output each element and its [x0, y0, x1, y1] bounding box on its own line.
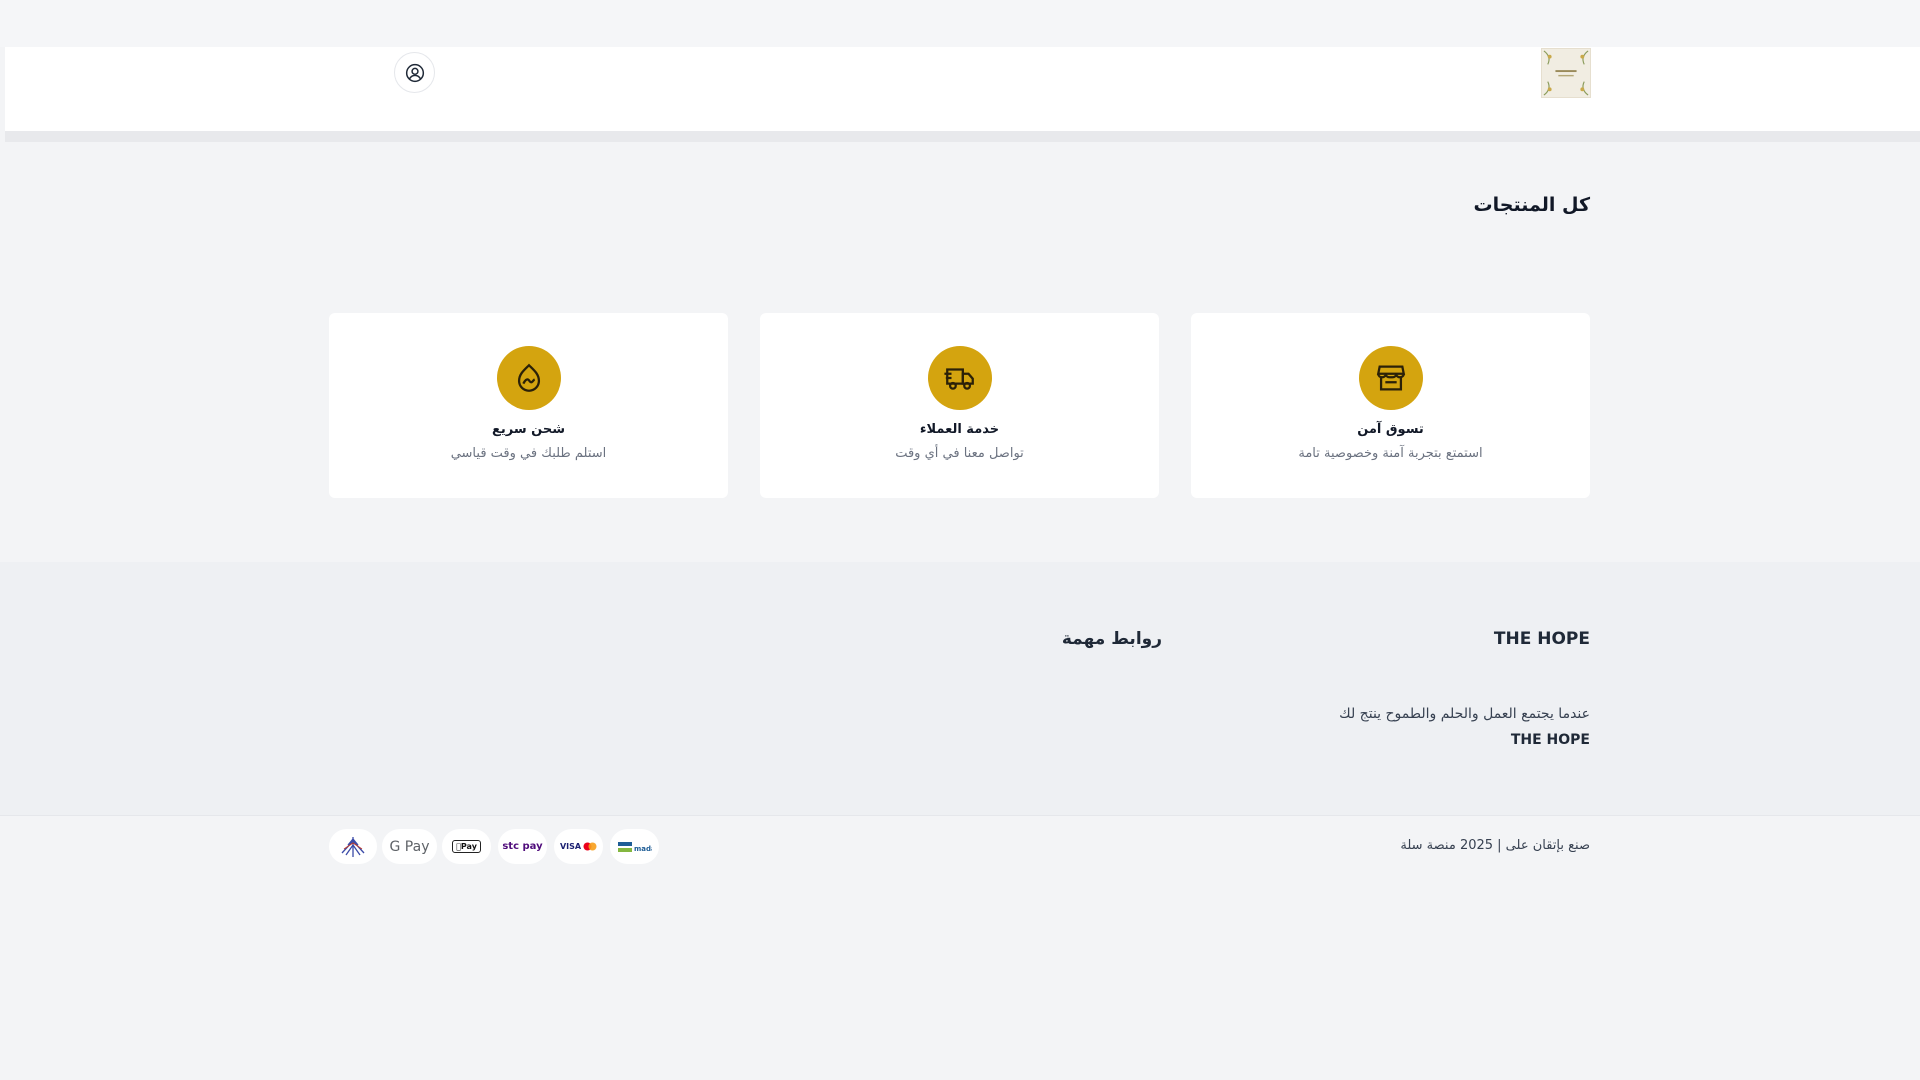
tamara-logo-icon [341, 836, 365, 857]
visa-label: VISA [559, 842, 582, 851]
google-pay-payment-icon: G Pay [382, 829, 437, 864]
site-header [5, 47, 1920, 131]
feature-title: خدمة العملاء [919, 422, 1000, 437]
logo-image [1542, 49, 1590, 97]
google-pay-label: G Pay [389, 838, 430, 855]
store-logo[interactable] [1541, 48, 1591, 98]
feature-icon-circle [927, 346, 992, 410]
stc-pay-label: stc pay [502, 841, 543, 852]
footer-links-title: روابط مهمة [1061, 629, 1162, 649]
footer-brand: THE HOPE [1493, 629, 1590, 649]
copyright-text[interactable]: صنع بإتقان على | 2025 منصة سلة [1400, 838, 1590, 853]
store-icon [1376, 365, 1405, 391]
feature-card-customer-service: خدمة العملاء تواصل معنا في أي وقت [760, 313, 1159, 498]
apple-pay-payment-icon: Pay [442, 829, 491, 864]
site-footer [0, 562, 1920, 815]
delivery-truck-icon [943, 368, 974, 390]
top-announcement-strip [0, 0, 1920, 47]
feature-card-secure-shopping: تسوق آمن استمتع بتجربة آمنة وخصوصية تامة [1191, 313, 1590, 498]
account-button[interactable] [394, 52, 435, 93]
tagline-brand: THE HOPE [1510, 732, 1590, 748]
feature-description: استمتع بتجربة آمنة وخصوصية تامة [1298, 446, 1483, 461]
tagline-text: عندما يجتمع العمل والحلم والطموح ينتج لك [1339, 706, 1590, 722]
apple-pay-text: Pay [458, 842, 477, 851]
tamara-payment-icon [329, 829, 377, 864]
bottom-bar [0, 815, 1920, 1080]
footer-tagline: عندما يجتمع العمل والحلم والطموح ينتج لك… [1339, 701, 1590, 753]
svg-text:mada: mada [634, 845, 652, 853]
feature-title: شحن سريع [491, 422, 565, 437]
mada-payment-icon: mada [610, 829, 659, 864]
visa-mastercard-payment-icon: VISA [554, 829, 603, 864]
stc-pay-payment-icon: stc pay [498, 829, 547, 864]
shipping-flame-icon [517, 363, 540, 392]
mada-logo: mada [617, 841, 652, 853]
feature-description: استلم طلبك في وقت قياسي [450, 446, 607, 461]
feature-card-fast-shipping: شحن سريع استلم طلبك في وقت قياسي [329, 313, 728, 498]
user-circle-icon [405, 63, 424, 82]
page-title: كل المنتجات [1473, 194, 1590, 216]
mastercard-icon [583, 842, 597, 851]
feature-title: تسوق آمن [1357, 422, 1424, 437]
feature-icon-circle [496, 346, 561, 410]
apple-pay-label: Pay [452, 840, 481, 853]
header-divider [5, 131, 1920, 142]
feature-icon-circle [1358, 346, 1423, 410]
feature-description: تواصل معنا في أي وقت [895, 446, 1024, 461]
